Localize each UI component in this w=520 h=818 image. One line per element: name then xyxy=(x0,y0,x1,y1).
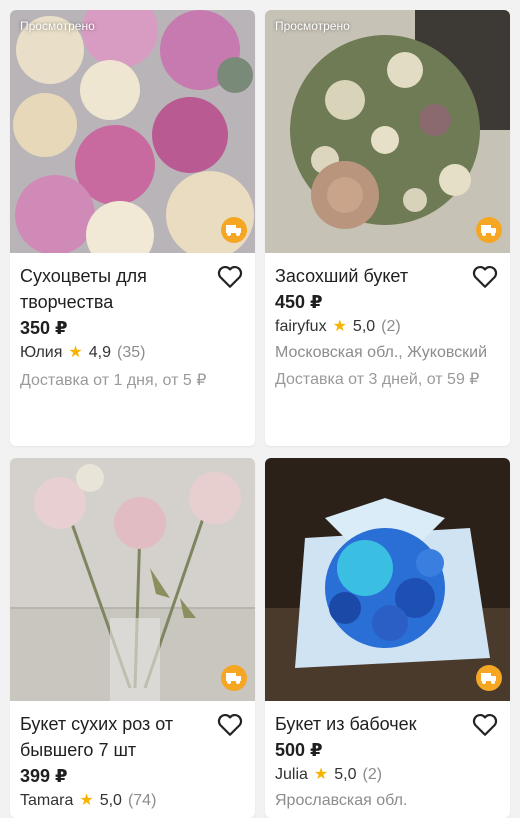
star-icon: ★ xyxy=(68,344,83,361)
seller-row: fairyfux ★ 5,0 (2) xyxy=(275,315,500,339)
review-count: (2) xyxy=(362,766,383,783)
seller-name: Tamara xyxy=(20,792,74,809)
heart-outline-icon[interactable] xyxy=(472,265,498,289)
listing-title[interactable]: Букет сухих роз от бывшего 7 шт xyxy=(20,711,210,763)
star-icon: ★ xyxy=(313,766,329,783)
delivery-badge xyxy=(476,665,502,691)
dried-roses-photo xyxy=(10,10,255,253)
truck-icon xyxy=(226,673,241,684)
heart-outline-icon[interactable] xyxy=(217,265,243,289)
seller-rating: 4,9 xyxy=(88,344,111,361)
listing-photo[interactable] xyxy=(265,458,510,701)
delivery-text: Доставка от 1 дня, от 5 ₽ xyxy=(20,372,207,389)
seller-row: Julia ★ 5,0 (2) xyxy=(275,763,500,787)
seller-name: Юлия xyxy=(20,344,63,361)
delivery-badge xyxy=(221,665,247,691)
viewed-badge: Просмотрено xyxy=(275,19,350,33)
seller-rating: 5,0 xyxy=(334,766,357,783)
seller-rating: 5,0 xyxy=(99,792,122,809)
star-icon: ★ xyxy=(332,318,347,335)
listing-price: 450 ₽ xyxy=(275,292,323,312)
listing-card[interactable]: Букет сухих роз от бывшего 7 шт 399 ₽ Ta… xyxy=(10,458,255,818)
listing-price: 350 ₽ xyxy=(20,318,68,338)
seller-row: Юлия ★ 4,9 (35) xyxy=(20,341,245,365)
delivery-text: Доставка от 3 дней, от 59 ₽ xyxy=(275,371,480,388)
delivery-badge xyxy=(221,217,247,243)
review-count: (2) xyxy=(381,318,401,335)
listing-title[interactable]: Букет из бабочек xyxy=(275,711,465,737)
listing-location: Московская обл., Жуковский xyxy=(275,344,488,361)
listing-photo[interactable] xyxy=(10,458,255,701)
listing-card[interactable]: Букет из бабочек 500 ₽ Julia ★ 5,0 (2) Я… xyxy=(265,458,510,818)
truck-icon xyxy=(226,225,241,236)
seller-name: Julia xyxy=(275,766,308,783)
star-icon: ★ xyxy=(79,792,94,809)
heart-outline-icon[interactable] xyxy=(472,713,498,737)
listing-location: Ярославская обл. xyxy=(275,792,408,809)
listing-title[interactable]: Сухоцветы для творчества xyxy=(20,263,210,315)
seller-row: Tamara ★ 5,0 (74) xyxy=(20,789,245,813)
heart-outline-icon[interactable] xyxy=(217,713,243,737)
truck-icon xyxy=(481,673,496,684)
listing-price: 399 ₽ xyxy=(20,766,68,786)
dried-bouquet-photo xyxy=(265,10,510,253)
listing-card[interactable]: Просмотрено Сухоцветы для творчества 350… xyxy=(10,10,255,446)
truck-icon xyxy=(481,225,496,236)
listing-grid: Просмотрено Сухоцветы для творчества 350… xyxy=(0,0,520,818)
listing-title[interactable]: Засохший букет xyxy=(275,263,465,289)
listing-info: Букет из бабочек 500 ₽ Julia ★ 5,0 (2) Я… xyxy=(265,701,510,812)
delivery-badge xyxy=(476,217,502,243)
listing-card[interactable]: Просмотрено Засохший букет 450 ₽ fairyfu… xyxy=(265,10,510,446)
listing-photo[interactable]: Просмотрено xyxy=(10,10,255,253)
review-count: (74) xyxy=(127,792,157,809)
listing-info: Букет сухих роз от бывшего 7 шт 399 ₽ Ta… xyxy=(10,701,255,813)
butterfly-bouquet-photo xyxy=(265,458,510,701)
seller-name: fairyfux xyxy=(275,318,327,335)
seller-rating: 5,0 xyxy=(352,318,376,335)
dried-roses-vase-photo xyxy=(10,458,255,701)
listing-photo[interactable]: Просмотрено xyxy=(265,10,510,253)
listing-info: Сухоцветы для творчества 350 ₽ Юлия ★ 4,… xyxy=(10,253,255,393)
review-count: (35) xyxy=(116,344,146,361)
viewed-badge: Просмотрено xyxy=(20,19,95,33)
listing-info: Засохший букет 450 ₽ fairyfux ★ 5,0 (2) … xyxy=(265,253,510,392)
listing-price: 500 ₽ xyxy=(275,740,323,760)
